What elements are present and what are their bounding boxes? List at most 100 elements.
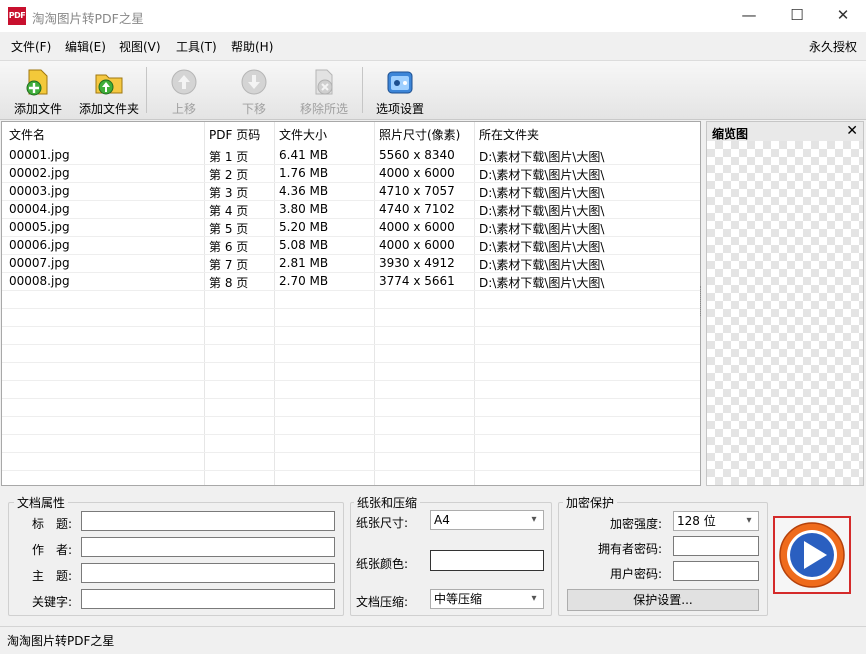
toolbar-separator: [362, 67, 363, 113]
table-row[interactable]: 00002.jpg 第 2 页 1.76 MB 4000 x 6000 D:\素材下载\…: [2, 164, 700, 183]
table-row[interactable]: [2, 434, 700, 453]
cell-filename: 00008.jpg: [9, 274, 70, 288]
window-title: 淘淘图片转PDF之星: [32, 11, 144, 26]
menu-edit[interactable]: 编辑(E): [65, 38, 106, 55]
doc-title-input[interactable]: [81, 511, 335, 531]
remove-selected-label: 移除所选: [299, 102, 348, 116]
security-legend: 加密保护: [563, 494, 618, 511]
table-row[interactable]: 00003.jpg 第 3 页 4.36 MB 4710 x 7057 D:\素材下载\…: [2, 182, 700, 201]
cell-filename: 00002.jpg: [9, 166, 70, 180]
menu-bar: 文件(F) 编辑(E) 视图(V) 工具(T) 帮助(H) 永久授权: [0, 34, 866, 58]
table-row[interactable]: 00004.jpg 第 4 页 3.80 MB 4740 x 7102 D:\素材下载\…: [2, 200, 700, 219]
table-row[interactable]: [2, 362, 700, 381]
doc-author-label: 作 者:: [31, 543, 72, 557]
status-bar: 淘淘图片转PDF之星: [0, 626, 866, 654]
doc-keywords-input[interactable]: [81, 589, 335, 609]
app-pdf-icon: PDF: [8, 7, 26, 25]
add-folder-icon: [95, 74, 123, 95]
table-row[interactable]: [2, 416, 700, 435]
doc-title-label: 标 题:: [31, 517, 72, 531]
arrow-up-icon: [171, 69, 197, 95]
options-button[interactable]: 选项设置: [370, 61, 430, 119]
doc-author-input[interactable]: [81, 537, 335, 557]
cell-filename: 00006.jpg: [9, 238, 70, 252]
menu-view[interactable]: 视图(V): [119, 38, 161, 55]
close-window-button[interactable]: ✕: [820, 0, 866, 32]
owner-password-input[interactable]: [673, 536, 759, 556]
cell-filename: 00004.jpg: [9, 202, 70, 216]
cell-size: 1.76 MB: [279, 166, 329, 180]
menu-license[interactable]: 永久授权: [809, 38, 857, 55]
cell-size: 2.81 MB: [279, 256, 329, 270]
cell-size: 3.80 MB: [279, 202, 329, 216]
column-header-folder[interactable]: 所在文件夹: [479, 126, 539, 143]
paper-color-swatch[interactable]: [430, 550, 544, 571]
maximize-button[interactable]: ☐: [774, 0, 820, 32]
thumbnail-header: 缩览图 ✕: [707, 122, 863, 141]
options-label: 选项设置: [375, 102, 424, 116]
cell-page: 第 8 页: [209, 276, 249, 290]
table-row[interactable]: [2, 398, 700, 417]
cell-dimensions: 4000 x 6000: [379, 238, 455, 252]
cell-folder: D:\素材下载\图片\大图\: [479, 186, 605, 200]
menu-file[interactable]: 文件(F): [11, 38, 51, 55]
cell-size: 2.70 MB: [279, 274, 329, 288]
cell-page: 第 5 页: [209, 222, 249, 236]
chevron-down-icon: ▾: [531, 514, 537, 525]
table-row[interactable]: [2, 326, 700, 345]
compress-dropdown[interactable]: 中等压缩 ▾: [430, 589, 544, 609]
table-row[interactable]: 00007.jpg 第 7 页 2.81 MB 3930 x 4912 D:\素材下载\…: [2, 254, 700, 273]
column-header-size[interactable]: 文件大小: [279, 126, 327, 143]
table-row[interactable]: 00005.jpg 第 5 页 5.20 MB 4000 x 6000 D:\素材下载\…: [2, 218, 700, 237]
user-password-input[interactable]: [673, 561, 759, 581]
remove-selected-button[interactable]: 移除所选: [292, 61, 356, 119]
move-up-button[interactable]: 上移: [156, 61, 212, 119]
cell-dimensions: 5560 x 8340: [379, 148, 455, 162]
menu-help[interactable]: 帮助(H): [231, 38, 273, 55]
owner-password-label: 拥有者密码:: [597, 542, 662, 556]
settings-icon: [387, 71, 413, 94]
add-folder-button[interactable]: 添加文件夹: [74, 61, 144, 119]
add-file-button[interactable]: 添加文件: [6, 61, 70, 119]
protect-settings-button[interactable]: 保护设置...: [567, 589, 759, 611]
cell-size: 4.36 MB: [279, 184, 329, 198]
cell-filename: 00001.jpg: [9, 148, 70, 162]
chevron-down-icon: ▾: [746, 515, 752, 526]
column-header-page[interactable]: PDF 页码: [209, 126, 260, 143]
file-list-table[interactable]: 文件名 PDF 页码 文件大小 照片尺寸(像素) 所在文件夹 00001.jpg…: [1, 121, 701, 486]
add-file-icon: [26, 69, 48, 96]
table-row[interactable]: [2, 290, 700, 309]
paper-size-dropdown[interactable]: A4 ▾: [430, 510, 544, 530]
move-down-label: 下移: [241, 102, 266, 116]
cell-size: 6.41 MB: [279, 148, 329, 162]
doc-subject-input[interactable]: [81, 563, 335, 583]
title-bar: PDF 淘淘图片转PDF之星 — ☐ ✕: [0, 0, 866, 32]
cell-dimensions: 4710 x 7057: [379, 184, 455, 198]
table-row[interactable]: [2, 380, 700, 399]
cell-dimensions: 4740 x 7102: [379, 202, 455, 216]
table-row[interactable]: 00008.jpg 第 8 页 2.70 MB 3774 x 5661 D:\素材下载\…: [2, 272, 700, 291]
cell-page: 第 2 页: [209, 168, 249, 182]
minimize-button[interactable]: —: [726, 0, 772, 32]
doc-properties-legend: 文档属性: [14, 494, 69, 511]
chevron-down-icon: ▾: [531, 593, 537, 604]
encryption-strength-value: 128 位: [677, 514, 716, 528]
paper-legend: 纸张和压缩: [354, 494, 421, 511]
move-down-button[interactable]: 下移: [226, 61, 282, 119]
table-row[interactable]: [2, 452, 700, 471]
arrow-down-icon: [241, 69, 267, 95]
add-file-label: 添加文件: [13, 102, 62, 116]
start-convert-button[interactable]: [773, 516, 851, 594]
doc-keywords-label: 关键字:: [31, 595, 72, 609]
splitter-handle[interactable]: [700, 286, 705, 316]
table-row[interactable]: 00001.jpg 第 1 页 6.41 MB 5560 x 8340 D:\素材下载\…: [2, 146, 700, 165]
table-row[interactable]: [2, 308, 700, 327]
table-row[interactable]: [2, 344, 700, 363]
menu-tools[interactable]: 工具(T): [176, 38, 217, 55]
column-header-filename[interactable]: 文件名: [9, 126, 45, 143]
cell-filename: 00005.jpg: [9, 220, 70, 234]
thumbnail-close-icon[interactable]: ✕: [846, 123, 858, 139]
encryption-strength-dropdown[interactable]: 128 位 ▾: [673, 511, 759, 531]
table-row[interactable]: 00006.jpg 第 6 页 5.08 MB 4000 x 6000 D:\素材下载\…: [2, 236, 700, 255]
column-header-dimensions[interactable]: 照片尺寸(像素): [379, 126, 460, 143]
